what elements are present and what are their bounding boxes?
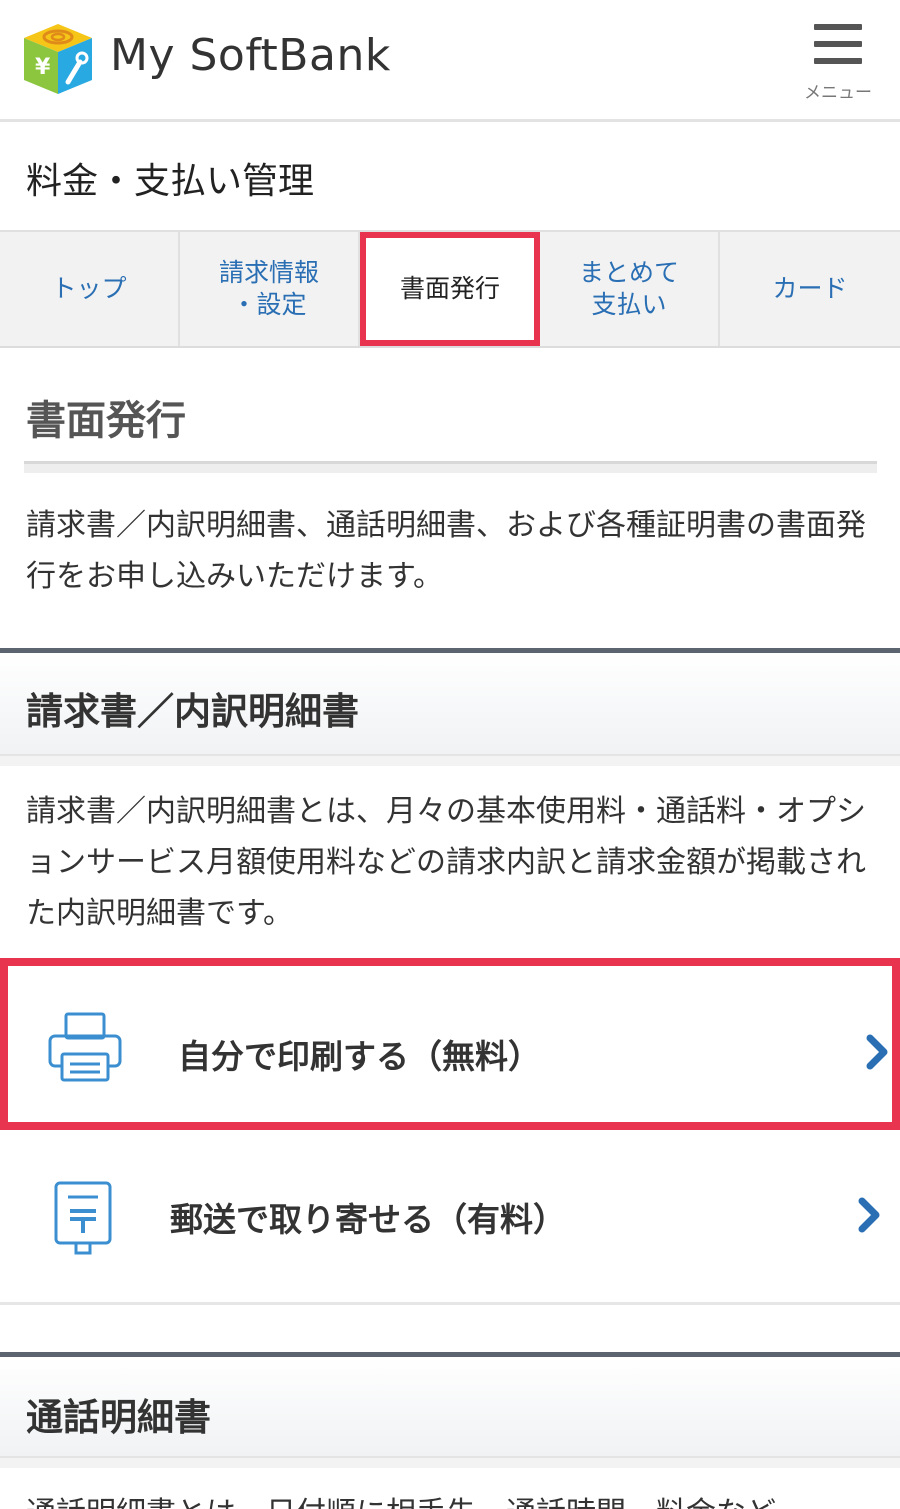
band-divider <box>0 756 900 766</box>
heading-divider <box>24 461 877 473</box>
chevron-right-icon <box>866 1034 888 1070</box>
tab-bulk-payment[interactable]: まとめて 支払い <box>540 232 720 346</box>
intro-text: 請求書／内訳明細書、通話明細書、および各種証明書の書面発行をお申し込みいただけま… <box>26 508 866 594</box>
hamburger-icon <box>814 24 862 66</box>
section-heading: 書面発行 <box>26 398 186 444</box>
chevron-right-icon <box>858 1197 880 1233</box>
app-title[interactable]: My SoftBank <box>110 30 391 81</box>
tab-billing-settings[interactable]: 請求情報 ・設定 <box>180 232 360 346</box>
app-header: ¥ My SoftBank メニュー <box>0 0 900 122</box>
svg-text:¥: ¥ <box>35 55 51 80</box>
section-title-call-details: 通話明細書 <box>26 1396 211 1439</box>
mail-order-label: 郵送で取り寄せる（有料） <box>170 1200 566 1239</box>
menu-button[interactable]: メニュー <box>798 20 878 103</box>
band-divider <box>0 1458 900 1468</box>
call-details-description: 通話明細書とは、日付順に相手先、通話時間、料金など <box>26 1488 776 1509</box>
print-yourself-option[interactable]: 自分で印刷する（無料） <box>0 958 900 1130</box>
section-band-call-details: 通話明細書 <box>0 1352 900 1458</box>
section-band-invoice: 請求書／内訳明細書 <box>0 648 900 756</box>
printer-icon <box>48 1012 122 1082</box>
tab-document-issuance[interactable]: 書面発行 <box>360 232 540 346</box>
option-divider <box>0 1302 900 1305</box>
postbox-icon <box>54 1181 112 1255</box>
menu-label: メニュー <box>804 83 872 103</box>
print-yourself-label: 自分で印刷する（無料） <box>178 1037 541 1076</box>
page-title: 料金・支払い管理 <box>26 161 315 202</box>
tab-card[interactable]: カード <box>720 232 900 346</box>
tab-top[interactable]: トップ <box>0 232 180 346</box>
mail-order-option[interactable]: 郵送で取り寄せる（有料） <box>0 1135 900 1303</box>
softbank-cube-logo[interactable]: ¥ <box>22 22 94 96</box>
invoice-description: 請求書／内訳明細書とは、月々の基本使用料・通話料・オプションサービス月額使用料な… <box>26 794 866 931</box>
tab-bar: トップ 請求情報 ・設定 書面発行 まとめて 支払い カード <box>0 230 900 348</box>
section-title-invoice: 請求書／内訳明細書 <box>26 690 359 733</box>
